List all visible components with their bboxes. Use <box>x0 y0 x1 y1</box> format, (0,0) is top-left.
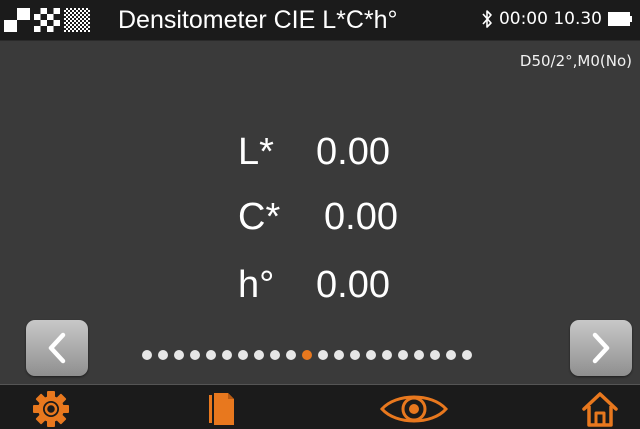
illuminant-observer-label: D50/2°,M0(No) <box>519 52 632 70</box>
reading-row-h: h° 0.00 <box>238 261 390 309</box>
settings-button[interactable] <box>28 389 74 429</box>
bluetooth-icon <box>482 10 492 28</box>
page-dot <box>334 350 344 360</box>
reading-row-l: L* 0.00 <box>238 128 390 176</box>
page-dot <box>158 350 168 360</box>
page-dot <box>350 350 360 360</box>
page-dot <box>430 350 440 360</box>
page-dot-active <box>302 350 312 360</box>
status-area: 00:00 10.30 <box>481 9 632 29</box>
page-dot <box>382 350 392 360</box>
previous-page-button[interactable] <box>26 320 88 376</box>
page-dot <box>398 350 408 360</box>
home-icon <box>582 392 618 427</box>
reading-label: L* <box>238 130 274 173</box>
top-bar: Densitometer CIE L*C*h° 00:00 10.30 <box>0 0 640 41</box>
page-dot <box>286 350 296 360</box>
eye-icon <box>380 395 448 423</box>
reading-value: 0.00 <box>316 130 390 173</box>
page-dot <box>174 350 184 360</box>
view-button[interactable] <box>378 389 450 429</box>
bottom-toolbar <box>0 384 640 429</box>
reading-value: 0.00 <box>324 195 398 238</box>
solid-patch-icon[interactable] <box>4 8 30 32</box>
page-dot <box>190 350 200 360</box>
reading-row-c: C* 0.00 <box>238 193 398 241</box>
page-dot <box>366 350 376 360</box>
reading-label: h° <box>238 263 275 306</box>
gear-icon <box>33 391 69 427</box>
reading-label: C* <box>238 195 281 238</box>
checker-patch-icon[interactable] <box>34 8 60 32</box>
page-dot <box>222 350 232 360</box>
page-dot <box>270 350 280 360</box>
page-indicator <box>142 350 472 360</box>
chevron-left-icon <box>48 332 66 364</box>
page-dot <box>318 350 328 360</box>
page-dot <box>414 350 424 360</box>
battery-icon <box>608 12 632 26</box>
status-time: 00:00 10.30 <box>498 9 602 29</box>
page-title: Densitometer CIE L*C*h° <box>118 6 398 34</box>
page-dot <box>238 350 248 360</box>
page-dot <box>206 350 216 360</box>
documents-button[interactable] <box>200 389 244 429</box>
mode-icons <box>4 8 90 32</box>
page-dot <box>254 350 264 360</box>
fine-checker-patch-icon[interactable] <box>64 8 90 32</box>
page-dot <box>462 350 472 360</box>
chevron-right-icon <box>592 332 610 364</box>
page-dot <box>142 350 152 360</box>
page-dot <box>446 350 456 360</box>
reading-value: 0.00 <box>316 263 390 306</box>
home-button[interactable] <box>578 389 622 429</box>
next-page-button[interactable] <box>570 320 632 376</box>
document-pages-icon <box>209 392 234 425</box>
